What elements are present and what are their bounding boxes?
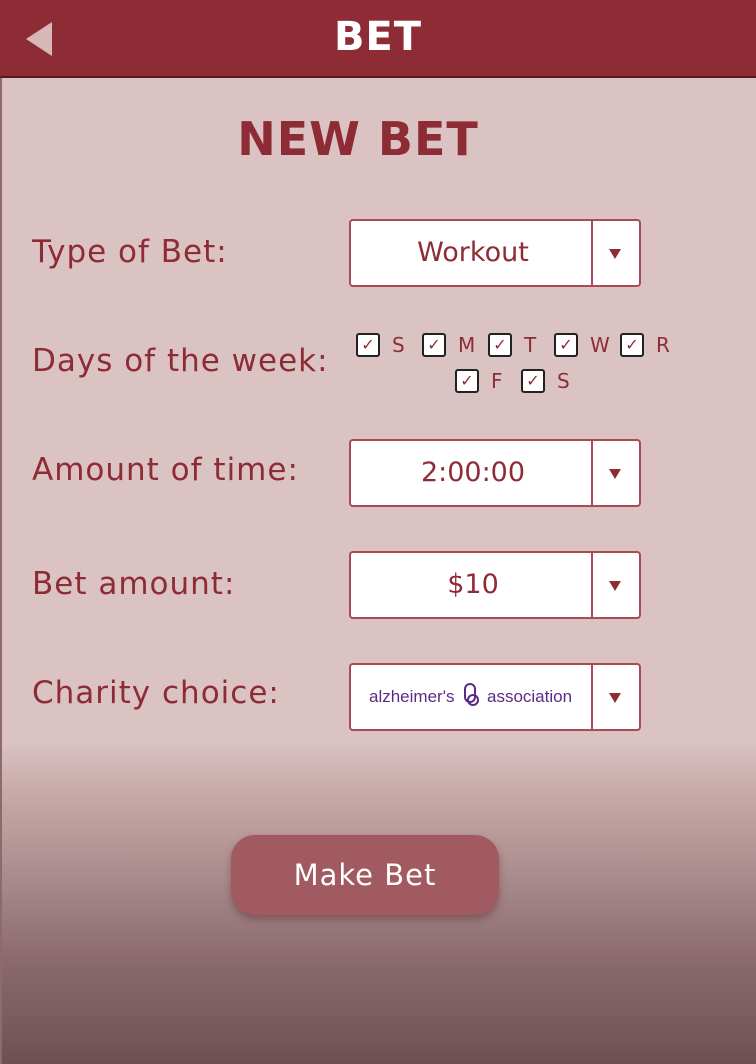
days-row-1: ✓ S ✓ M ✓ T ✓ W ✓ R [349, 333, 679, 357]
day-letter: M [458, 333, 476, 357]
bet-amount-value: $10 [447, 569, 499, 600]
day-letter: T [524, 333, 537, 357]
header-title: BET [333, 14, 423, 60]
day-letter: W [590, 333, 610, 357]
make-bet-button[interactable]: Make Bet [231, 835, 499, 915]
checkbox-checked-icon[interactable]: ✓ [455, 369, 479, 393]
amount-of-time-label: Amount of time: [32, 452, 299, 488]
checkbox-checked-icon[interactable]: ✓ [422, 333, 446, 357]
day-checkbox-wednesday[interactable]: ✓ W [554, 333, 610, 357]
chevron-down-icon [609, 581, 621, 591]
day-checkbox-monday[interactable]: ✓ M [422, 333, 476, 357]
days-checkbox-group: ✓ S ✓ M ✓ T ✓ W ✓ R ✓ F ✓ S [349, 333, 679, 405]
alzheimers-association-logo: alzheimer's association [369, 683, 572, 707]
dropdown-toggle[interactable] [591, 553, 639, 617]
amount-of-time-value: 2:00:00 [420, 457, 526, 488]
checkbox-checked-icon[interactable]: ✓ [521, 369, 545, 393]
svg-text:alzheimer's: alzheimer's [369, 687, 454, 706]
day-checkbox-thursday[interactable]: ✓ R [620, 333, 672, 357]
left-border [0, 78, 2, 1064]
day-checkbox-sunday[interactable]: ✓ S [356, 333, 408, 357]
day-letter: S [392, 333, 405, 357]
checkbox-checked-icon[interactable]: ✓ [356, 333, 380, 357]
chevron-down-icon [609, 693, 621, 703]
type-of-bet-label: Type of Bet: [32, 234, 228, 270]
day-checkbox-friday[interactable]: ✓ F [455, 369, 507, 393]
charity-choice-label: Charity choice: [32, 675, 280, 711]
charity-choice-dropdown[interactable]: alzheimer's association [349, 663, 641, 731]
day-letter: R [656, 333, 670, 357]
days-row-2: ✓ F ✓ S [349, 369, 679, 393]
type-of-bet-dropdown[interactable]: Workout [349, 219, 641, 287]
dropdown-toggle[interactable] [591, 441, 639, 505]
checkbox-checked-icon[interactable]: ✓ [554, 333, 578, 357]
checkbox-checked-icon[interactable]: ✓ [620, 333, 644, 357]
chevron-down-icon [609, 249, 621, 259]
day-checkbox-tuesday[interactable]: ✓ T [488, 333, 540, 357]
bet-amount-dropdown[interactable]: $10 [349, 551, 641, 619]
amount-of-time-dropdown[interactable]: 2:00:00 [349, 439, 641, 507]
dropdown-toggle[interactable] [591, 665, 639, 729]
page-title: NEW BET [237, 112, 479, 166]
svg-text:association: association [487, 687, 572, 706]
day-letter: S [557, 369, 570, 393]
chevron-down-icon [609, 469, 621, 479]
day-letter: F [491, 369, 503, 393]
day-checkbox-saturday[interactable]: ✓ S [521, 369, 573, 393]
dropdown-toggle[interactable] [591, 221, 639, 285]
type-of-bet-value: Workout [417, 237, 529, 268]
bet-amount-label: Bet amount: [32, 566, 236, 602]
checkbox-checked-icon[interactable]: ✓ [488, 333, 512, 357]
app-header: BET [0, 0, 756, 78]
days-of-week-label: Days of the week: [32, 343, 329, 379]
